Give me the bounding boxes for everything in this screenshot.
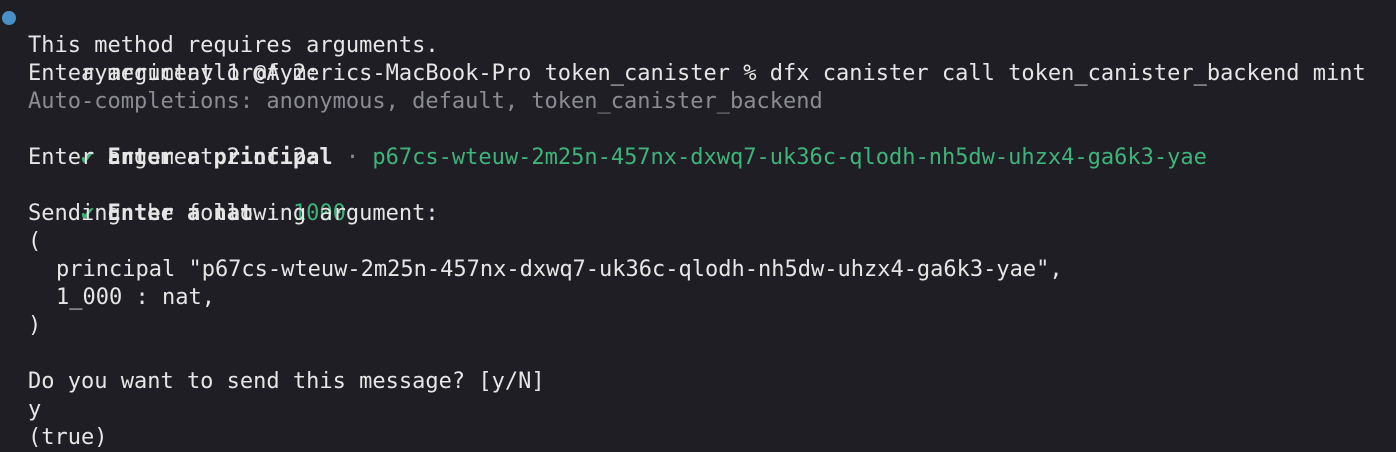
result-line: (true) — [28, 425, 108, 450]
confirm-question-line: Do you want to send this message? [y/N] — [28, 369, 545, 394]
sending-line: Sending the following argument: — [28, 201, 439, 226]
arg-nat-line: 1_000 : nat, — [56, 285, 215, 310]
requires-args-line: This method requires arguments. — [28, 33, 439, 58]
arg-principal-line: principal "p67cs-wteuw-2m25n-457nx-dxwq7… — [56, 257, 1063, 282]
open-paren-line: ( — [28, 229, 42, 254]
enter-arg1-line: Enter argument 1 of 2: — [28, 61, 320, 86]
autocomplete-line: Auto-completions: anonymous, default, to… — [28, 89, 823, 114]
enter-arg2-line: Enter argument 2 of 2: — [28, 145, 320, 170]
close-paren-line: ) — [28, 313, 42, 338]
prompt-status-dot-icon — [2, 11, 16, 25]
nat-input-line[interactable]: ✔ Enter a nat · 1000 — [28, 172, 1396, 226]
user-answer-line[interactable]: y — [28, 396, 1396, 424]
principal-input-line[interactable]: ✔ Enter a principal · p67cs-wteuw-2m25n-… — [28, 116, 1396, 170]
terminal-window[interactable]: aymerictaylor@Aymerics-MacBook-Pro token… — [0, 0, 1396, 452]
prompt-line: aymerictaylor@Aymerics-MacBook-Pro token… — [2, 4, 1396, 86]
